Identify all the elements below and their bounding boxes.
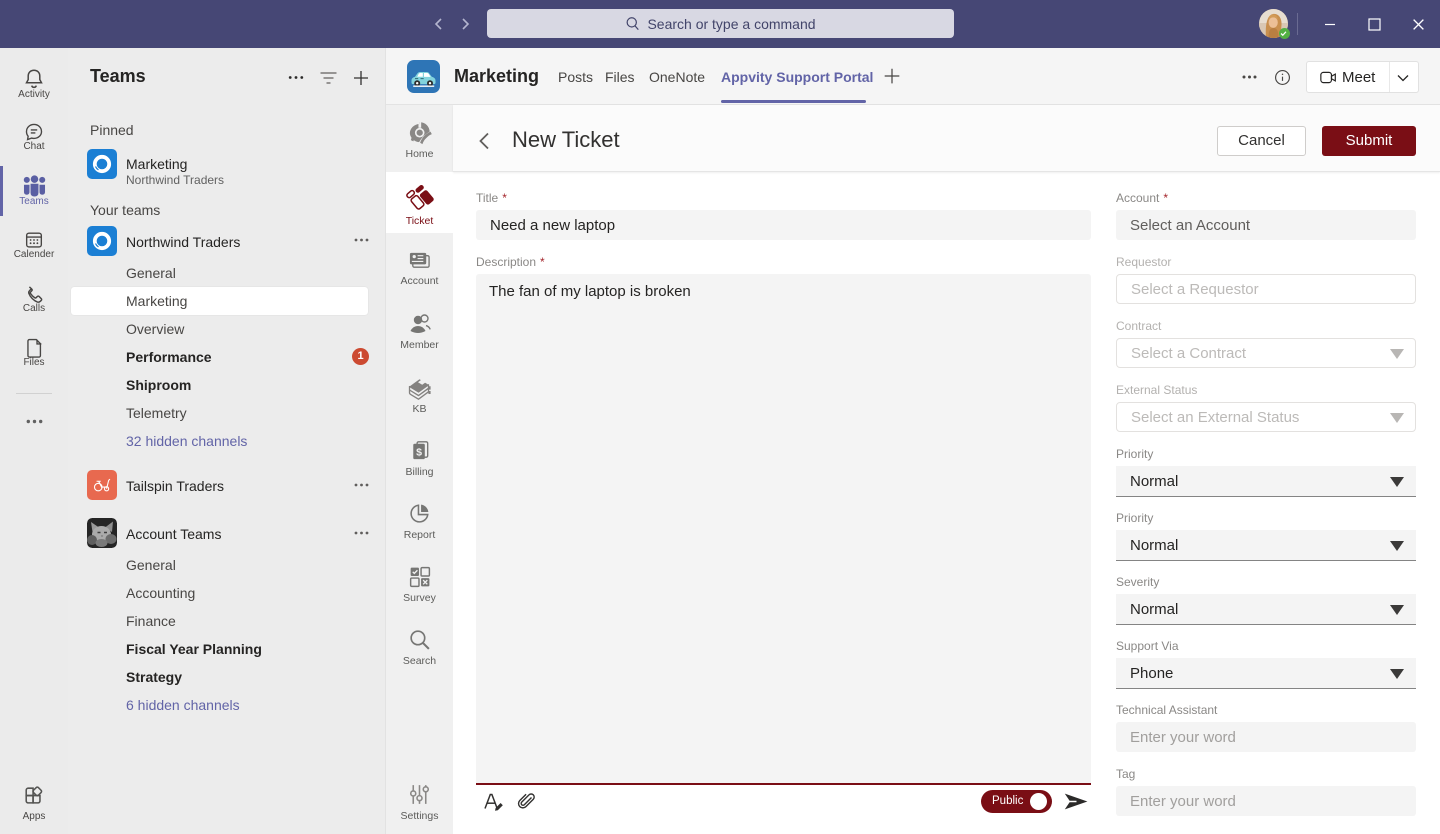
svg-text:$: $	[416, 446, 422, 458]
